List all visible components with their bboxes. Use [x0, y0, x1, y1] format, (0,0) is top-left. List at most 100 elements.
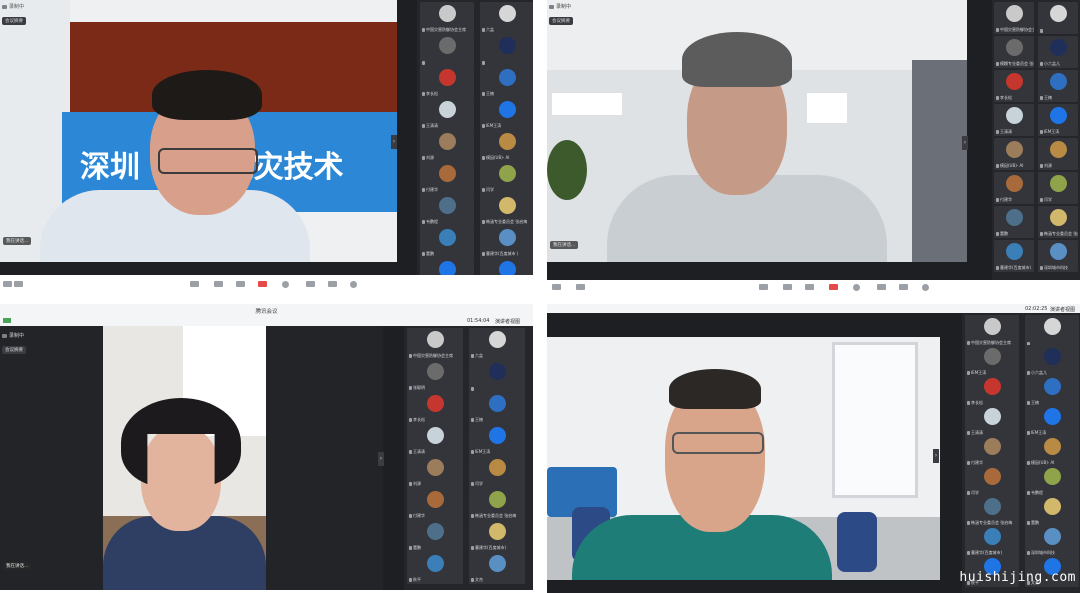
participant-tile[interactable]: 董鹏 [994, 206, 1034, 238]
participant-tile[interactable] [480, 34, 533, 66]
participant-tile[interactable]: 王清清 [420, 98, 474, 130]
settings-icon[interactable] [350, 281, 357, 288]
participant-tile[interactable]: 董鹏 [1025, 495, 1079, 527]
participant-tile[interactable]: 王楠 [1038, 70, 1078, 102]
participant-avatar [1006, 73, 1023, 90]
participant-tile[interactable]: 模因(UB)- AI [994, 138, 1034, 170]
participant-tile[interactable]: 中国灾害防御协会主席 [965, 315, 1019, 347]
participant-tile[interactable]: IEM王涛 [480, 98, 533, 130]
participant-tile[interactable]: 刘源 [1038, 138, 1078, 170]
apps-icon[interactable] [899, 284, 908, 290]
participant-tile[interactable]: 刘源 [407, 456, 463, 488]
reactions-icon[interactable] [306, 281, 315, 287]
participant-tile[interactable] [469, 360, 525, 392]
participant-tile[interactable]: 韩涵专业委员会 张启梅 [965, 495, 1019, 527]
mic-icon[interactable] [552, 284, 561, 290]
summary-button[interactable]: 会议摘要 [549, 17, 573, 25]
participant-tile[interactable]: 李长松 [965, 375, 1019, 407]
participant-tile[interactable]: 秋平 [407, 552, 463, 584]
collapse-sidebar-button[interactable]: › [391, 135, 397, 149]
chat-icon[interactable] [829, 284, 838, 290]
participant-tile[interactable]: 深圳城市科技 [1025, 525, 1079, 557]
participant-tile[interactable]: 曹建华(百度城市) [994, 240, 1034, 272]
members-icon[interactable] [805, 284, 814, 290]
camera-icon[interactable] [576, 284, 585, 290]
participant-tile[interactable]: 中国灾害防御协会主席 [407, 328, 463, 360]
participant-tile[interactable]: 董鹏 [407, 520, 463, 552]
participant-tile[interactable]: 李长松 [407, 392, 463, 424]
participant-tile[interactable]: 闫学 [965, 465, 1019, 497]
apps-icon[interactable] [328, 281, 337, 287]
participant-tile[interactable] [1025, 315, 1079, 347]
participant-tile[interactable]: 深圳城市科技 [1038, 240, 1078, 272]
collapse-sidebar-button[interactable]: › [378, 452, 384, 466]
collapse-sidebar-button[interactable]: › [933, 449, 939, 463]
participant-tile[interactable]: 曹建华(百度城市 ) [480, 226, 533, 258]
participant-tile[interactable]: 韩涵专业委员会 张启梅 [469, 488, 525, 520]
participant-tile[interactable] [1038, 2, 1078, 34]
participant-avatar [439, 5, 456, 22]
participant-tile[interactable]: 六盆 [480, 2, 533, 34]
participant-tile[interactable]: 小六盆儿 [1025, 345, 1079, 377]
participant-tile[interactable]: 韩涵专业委员会 张启梅 [1038, 206, 1078, 238]
participant-tile[interactable]: 闫学 [469, 456, 525, 488]
participant-tile[interactable]: 模因(UB)- AI [1025, 435, 1079, 467]
view-toggle[interactable]: 演讲者视图 [495, 318, 520, 325]
participant-tile[interactable]: 刘源 [420, 130, 474, 162]
participant-tile[interactable]: 李长松 [420, 66, 474, 98]
participant-avatar [489, 395, 506, 412]
screen-share-icon[interactable] [190, 281, 199, 287]
participant-tile[interactable]: 中国灾害防御协会主席 [994, 2, 1034, 34]
participant-tile[interactable]: 付建华 [420, 162, 474, 194]
collapse-sidebar-button[interactable]: › [962, 136, 968, 150]
participant-tile[interactable]: 付建华 [407, 488, 463, 520]
mic-muted-icon [1040, 266, 1043, 270]
chat-icon[interactable] [258, 281, 267, 287]
participant-tile[interactable]: 六盆 [469, 328, 525, 360]
participant-tile[interactable]: 李长松 [994, 70, 1034, 102]
participant-name: 模因(UB)- AI [996, 163, 1023, 169]
participant-tile[interactable]: 王楠 [469, 392, 525, 424]
participant-tile[interactable]: IEM王涛 [1025, 405, 1079, 437]
screen-share-icon[interactable] [759, 284, 768, 290]
participant-tile[interactable]: IEM王涛 [1038, 104, 1078, 136]
participant-tile[interactable]: 曹建华(百度城市) [469, 520, 525, 552]
participant-tile[interactable]: 模糊专业委员会 张涛 [994, 36, 1034, 68]
participant-tile[interactable]: 韦鹏程 [1025, 465, 1079, 497]
security-icon[interactable] [783, 284, 792, 290]
reactions-icon[interactable] [877, 284, 886, 290]
participant-tile[interactable]: 王楠 [1025, 375, 1079, 407]
participant-tile[interactable]: 王清清 [965, 405, 1019, 437]
participant-tile[interactable]: 韩涵专业委员会 张启梅 [480, 194, 533, 226]
participant-tile[interactable]: IEM王涛 [469, 424, 525, 456]
participant-tile[interactable]: 王清清 [994, 104, 1034, 136]
participant-tile[interactable]: 张聪明 [407, 360, 463, 392]
participant-tile[interactable]: 闫学 [1038, 172, 1078, 204]
participant-tile[interactable]: 付建华 [994, 172, 1034, 204]
participant-tile[interactable]: 模因(UB)- AI [480, 130, 533, 162]
participant-tile[interactable]: 董鹏 [420, 226, 474, 258]
participant-tile[interactable] [420, 34, 474, 66]
participant-tile[interactable]: 小六盆儿 [1038, 36, 1078, 68]
participant-avatar [1006, 5, 1023, 22]
participant-tile[interactable]: IEM王涛 [965, 345, 1019, 377]
camera-icon[interactable] [14, 281, 23, 287]
view-toggle[interactable]: 演讲者视图 [1050, 306, 1075, 313]
summary-button[interactable]: 会议摘要 [2, 17, 26, 25]
summary-button[interactable]: 会议摘要 [2, 346, 26, 354]
record-icon[interactable] [853, 284, 860, 291]
participant-tile[interactable]: 曹建华(百度城市) [965, 525, 1019, 557]
record-icon[interactable] [282, 281, 289, 288]
members-icon[interactable] [236, 281, 245, 287]
participant-tile[interactable]: 闫学 [480, 162, 533, 194]
settings-icon[interactable] [922, 284, 929, 291]
participant-tile[interactable]: 王清清 [407, 424, 463, 456]
participant-tile[interactable]: 中国灾害防御协会主席 [420, 2, 474, 34]
participant-tile[interactable]: 付建华 [965, 435, 1019, 467]
security-icon[interactable] [214, 281, 223, 287]
participant-tile[interactable]: 文杰 [469, 552, 525, 584]
participant-tile[interactable]: 王楠 [480, 66, 533, 98]
participant-tile[interactable]: 韦鹏程 [420, 194, 474, 226]
mic-muted-icon [422, 61, 425, 65]
mic-icon[interactable] [3, 281, 12, 287]
